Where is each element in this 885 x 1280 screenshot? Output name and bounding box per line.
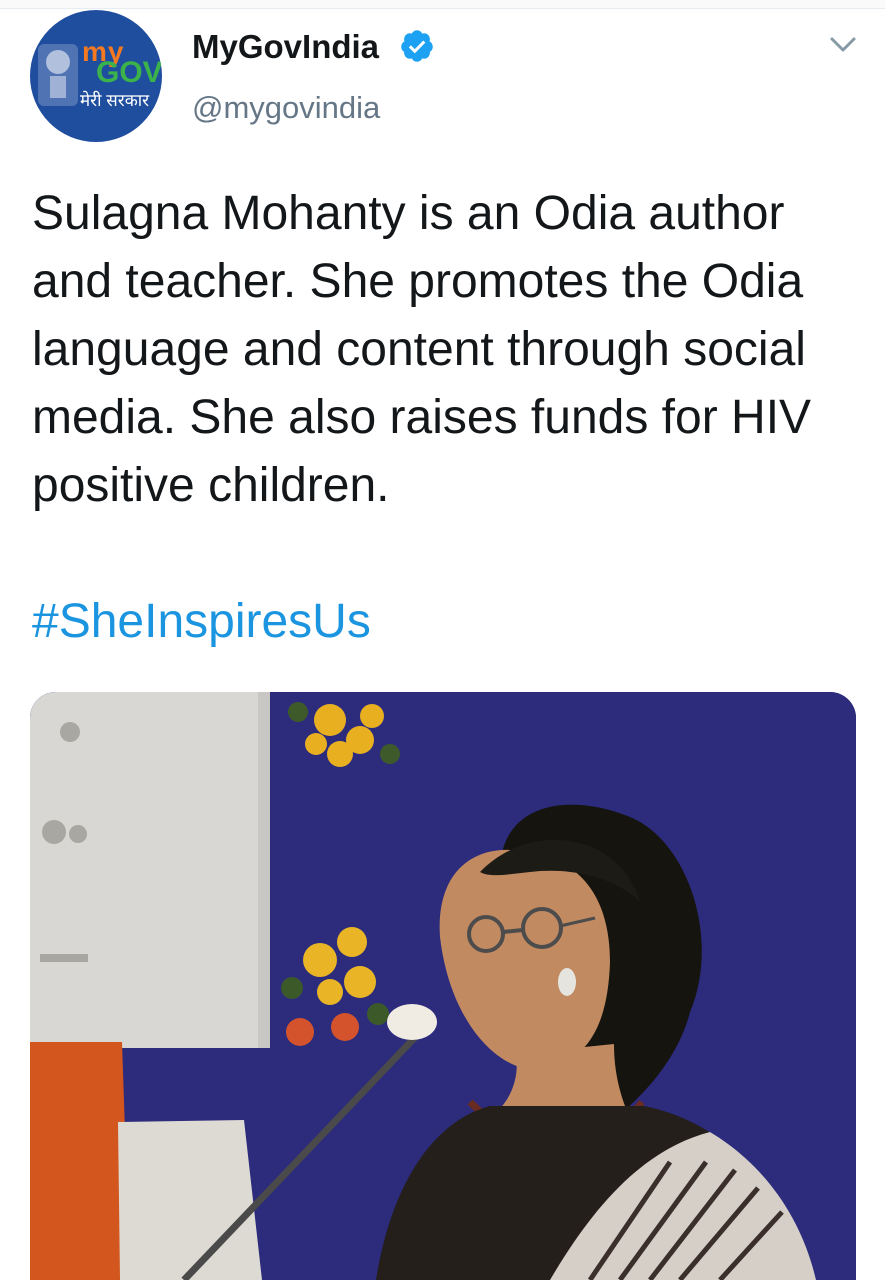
photo-illustration <box>30 692 856 1280</box>
chevron-down-icon[interactable] <box>828 34 858 56</box>
tweet-photo[interactable] <box>30 692 856 1280</box>
verified-badge-icon <box>401 30 433 62</box>
display-name[interactable]: MyGovIndia <box>192 30 379 63</box>
avatar-logo-gov: GOV <box>96 56 162 89</box>
emblem-icon <box>38 44 78 106</box>
avatar[interactable]: my GOV मेरी सरकार <box>30 10 162 142</box>
top-divider <box>0 0 885 9</box>
hashtag-link[interactable]: #SheInspiresUs <box>32 588 371 656</box>
avatar-logo-tagline: मेरी सरकार <box>80 91 150 110</box>
tweet-text: Sulagna Mohanty is an Odia author and te… <box>32 187 812 512</box>
user-handle[interactable]: @mygovindia <box>192 92 380 123</box>
